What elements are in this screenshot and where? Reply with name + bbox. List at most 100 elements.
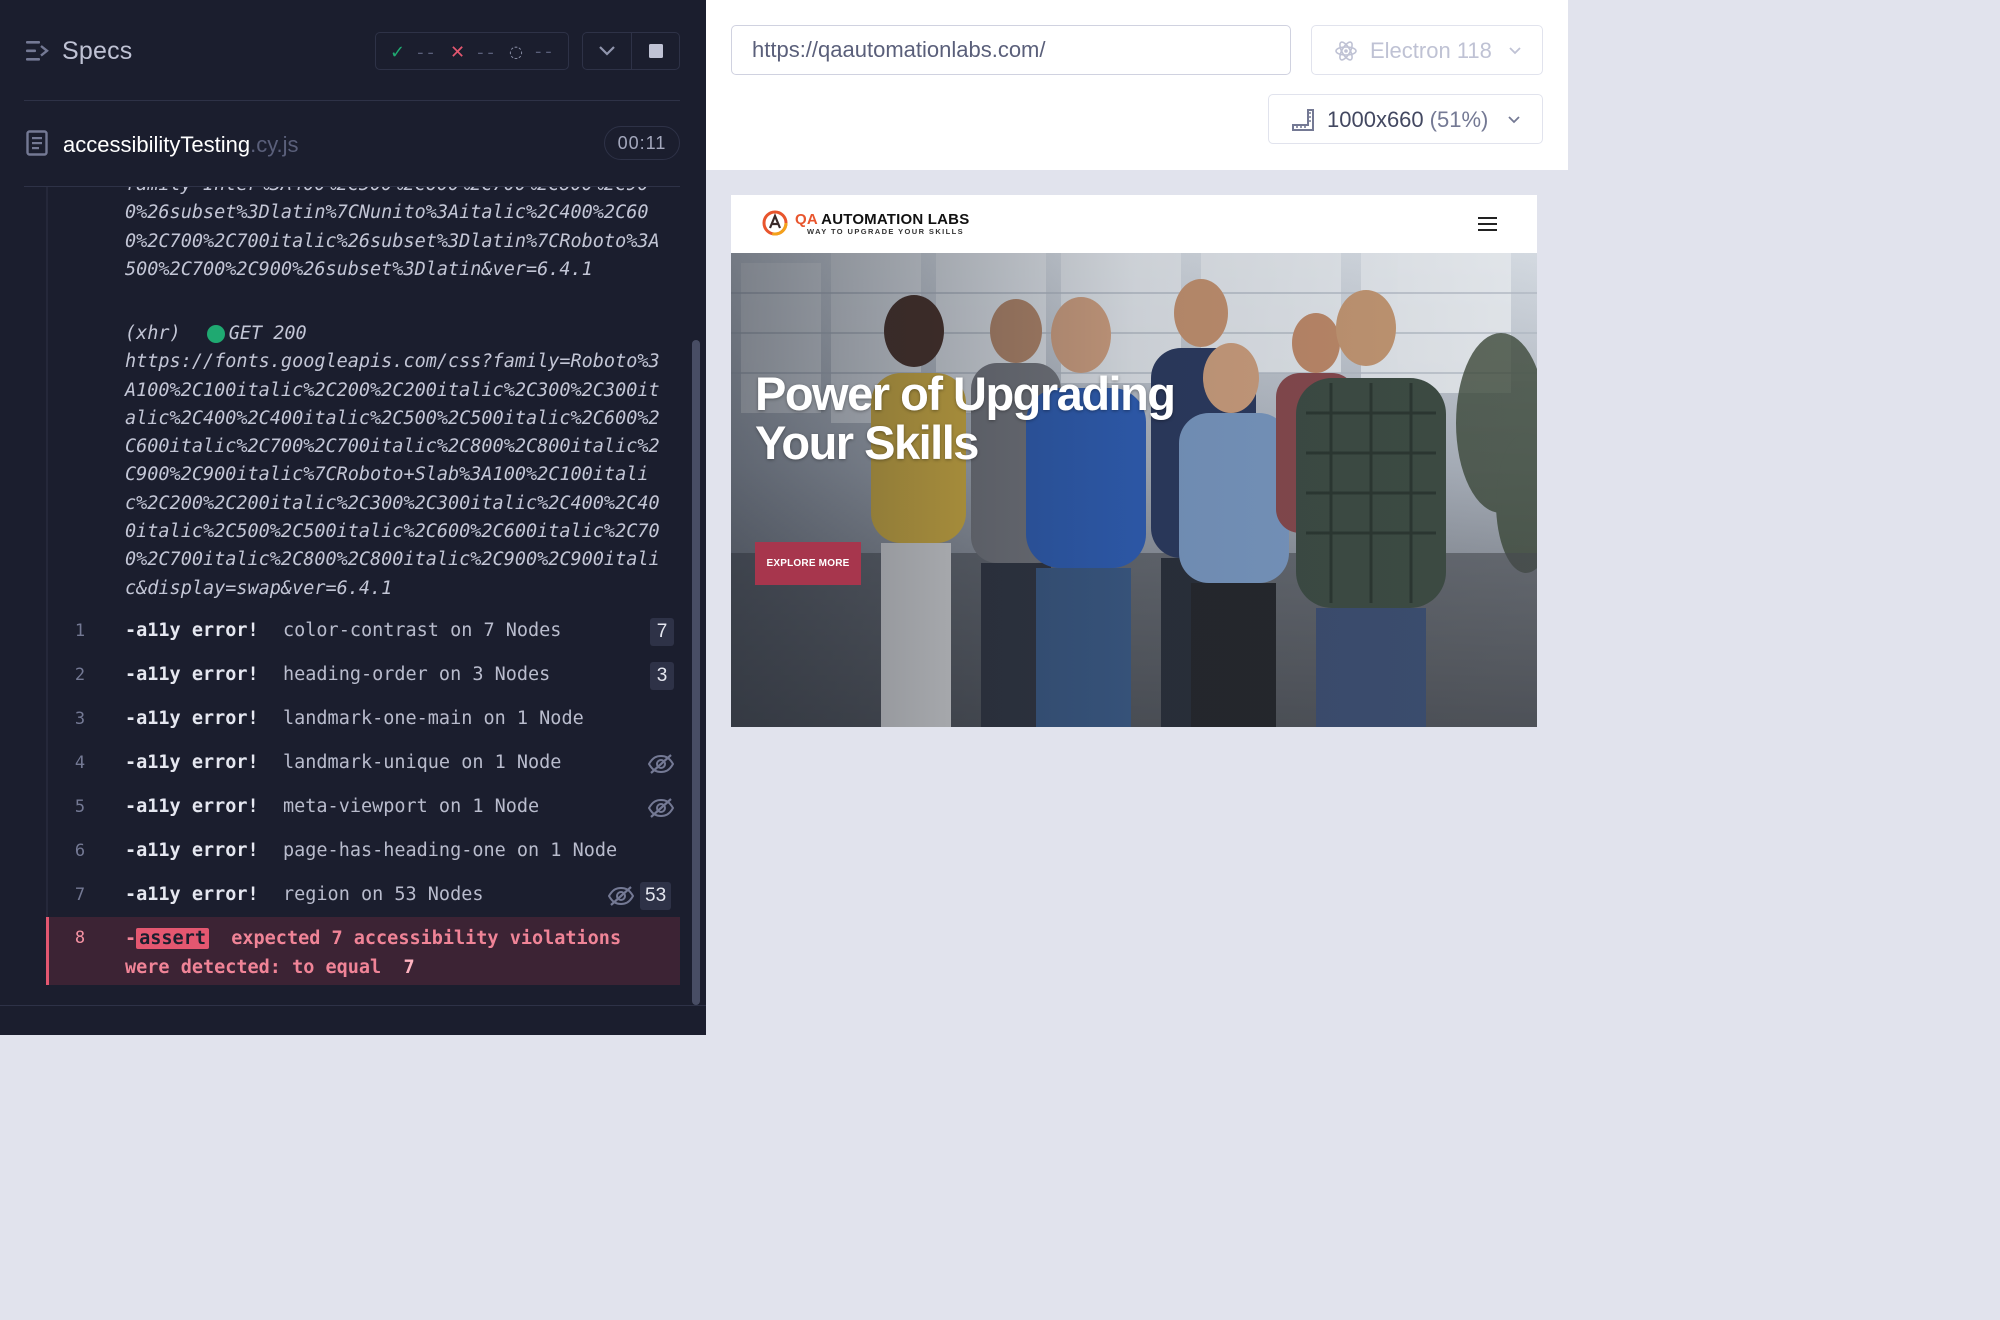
hero-heading: Power of Upgrading Your Skills [755,367,1176,469]
viewport-scale: (51%) [1429,107,1489,132]
element-count-badge: 53 [640,882,672,910]
command-message: color-contrast on 7 Nodes [283,620,562,641]
site-logo[interactable]: QA AUTOMATION LABS WAY TO UPGRADE YOUR S… [761,207,1001,239]
assert-tag: assert [136,928,209,949]
xhr-log-entry[interactable]: (xhr) GET 200 https://fonts.googleapis.c… [125,320,670,603]
passed-count: -- [415,45,436,64]
chevron-down-icon [1508,116,1520,124]
command-message: page-has-heading-one on 1 Node [283,840,618,861]
failed-stat: ✕ -- [450,42,496,64]
command-name: -a11y error! [125,708,259,729]
hamburger-icon[interactable] [1478,216,1500,232]
command-row[interactable]: 2 -a11y error! heading-order on 3 Nodes 3 [48,653,680,697]
specs-list-icon[interactable] [24,38,50,64]
failed-count: -- [475,45,496,64]
passed-stat: ✓ -- [390,42,436,64]
app-under-test-frame: QA AUTOMATION LABS WAY TO UPGRADE YOUR S… [731,195,1537,727]
element-count-badge: 7 [650,618,674,646]
stop-icon [649,44,663,58]
stop-button[interactable] [632,33,680,69]
chevron-down-icon [1509,47,1521,55]
command-number: 8 [74,928,86,948]
command-number: 5 [74,797,86,817]
command-name: -a11y error! [125,620,259,641]
assert-message: - assert expected 7 accessibility violati… [125,924,665,982]
footer-divider [0,1005,706,1006]
browser-selector[interactable]: Electron 118 [1311,25,1543,75]
command-name: -a11y error! [125,796,259,817]
xhr-header: (xhr) GET 200 [125,320,670,348]
command-message: landmark-unique on 1 Node [283,752,562,773]
command-number: 3 [74,709,86,729]
url-bar[interactable]: https://qaautomationlabs.com/ [731,25,1291,75]
logo-tagline: WAY TO UPGRADE YOUR SKILLS [807,227,964,236]
eye-off-icon [647,796,675,820]
spec-name-base: accessibilityTesting [63,132,251,157]
spec-file-name[interactable]: accessibilityTesting.cy.js [63,132,299,158]
pending-stat: ◌ -- [509,42,554,63]
command-row[interactable]: 4 -a11y error! landmark-unique on 1 Node [48,741,680,785]
runner-controls [582,32,680,70]
electron-icon [1335,41,1357,61]
command-number: 4 [74,753,86,773]
command-message: region on 53 Nodes [283,884,484,905]
assert-value: 7 [403,957,415,978]
command-row[interactable]: 5 -a11y error! meta-viewport on 1 Node [48,785,680,829]
command-number: 2 [74,665,86,685]
logo-qa: QA [795,211,818,228]
chevron-down-icon [599,46,615,56]
x-icon: ✕ [450,42,466,63]
assert-command[interactable]: 8 - assert expected 7 accessibility viola… [46,917,680,985]
command-message: meta-viewport on 1 Node [283,796,540,817]
specs-label[interactable]: Specs [62,37,132,66]
document-icon [26,130,48,156]
ruler-icon [1292,109,1314,131]
command-name: -a11y error! [125,840,259,861]
browser-label: Electron 118 [1370,38,1492,63]
viewport-label: 1000x660 (51%) [1327,107,1488,133]
collapse-all-button[interactable] [583,33,631,69]
pending-icon: ◌ [509,42,523,61]
xhr-label: (xhr) [125,323,181,344]
logo-mark-icon [762,210,788,236]
site-navbar: QA AUTOMATION LABS WAY TO UPGRADE YOUR S… [731,195,1537,253]
status-dot-icon [206,325,225,344]
element-count-badge: 3 [650,662,674,690]
viewport-selector[interactable]: 1000x660 (51%) [1268,94,1543,144]
test-stats: ✓ -- ✕ -- ◌ -- [375,32,569,70]
aut-header: https://qaautomationlabs.com/ Electron 1… [706,0,1568,170]
xhr-url: https://fonts.googleapis.com/css?family=… [125,351,660,599]
command-number: 1 [74,621,86,641]
explore-more-button[interactable]: EXPLORE MORE [755,542,861,585]
viewport-size: 1000x660 [1327,107,1424,132]
command-message: heading-order on 3 Nodes [283,664,551,685]
command-name: -a11y error! [125,664,259,685]
assert-dash: - [125,928,137,949]
hero-photo [731,253,1537,727]
xhr-url-tail[interactable]: family=Inter%3A400%2C500%2C600%2C700%2C8… [125,187,670,284]
hero-section: Power of Upgrading Your Skills EXPLORE M… [731,253,1537,727]
command-name: -a11y error! [125,884,259,905]
log-scrollbar[interactable] [692,340,700,1005]
command-row[interactable]: 6 -a11y error! page-has-heading-one on 1 N… [48,829,680,873]
logo-title: QA AUTOMATION LABS [795,211,969,228]
header-divider [24,100,680,101]
command-row[interactable]: 3 -a11y error! landmark-one-main on 1 Node [48,697,680,741]
run-duration: 00:11 [604,126,680,160]
command-number: 6 [74,841,86,861]
check-icon: ✓ [390,42,406,63]
command-message: landmark-one-main on 1 Node [283,708,584,729]
command-row[interactable]: 1 -a11y error! color-contrast on 7 Nodes 7 [48,609,680,653]
eye-off-icon [607,884,635,908]
logo-name: AUTOMATION LABS [821,211,970,228]
command-row[interactable]: 7 -a11y error! region on 53 Nodes 53 [48,873,680,917]
command-number: 7 [74,885,86,905]
command-log: family=Inter%3A400%2C500%2C600%2C700%2C8… [0,187,706,1005]
eye-off-icon [647,752,675,776]
command-log-panel: Specs ✓ -- ✕ -- ◌ -- accessibilityTestin… [0,0,706,1035]
command-name: -a11y error! [125,752,259,773]
xhr-status: GET 200 [228,323,307,344]
spec-file-header: accessibilityTesting.cy.js 00:11 [24,122,680,166]
spec-name-ext: .cy.js [250,132,299,157]
pending-count: -- [533,44,554,63]
